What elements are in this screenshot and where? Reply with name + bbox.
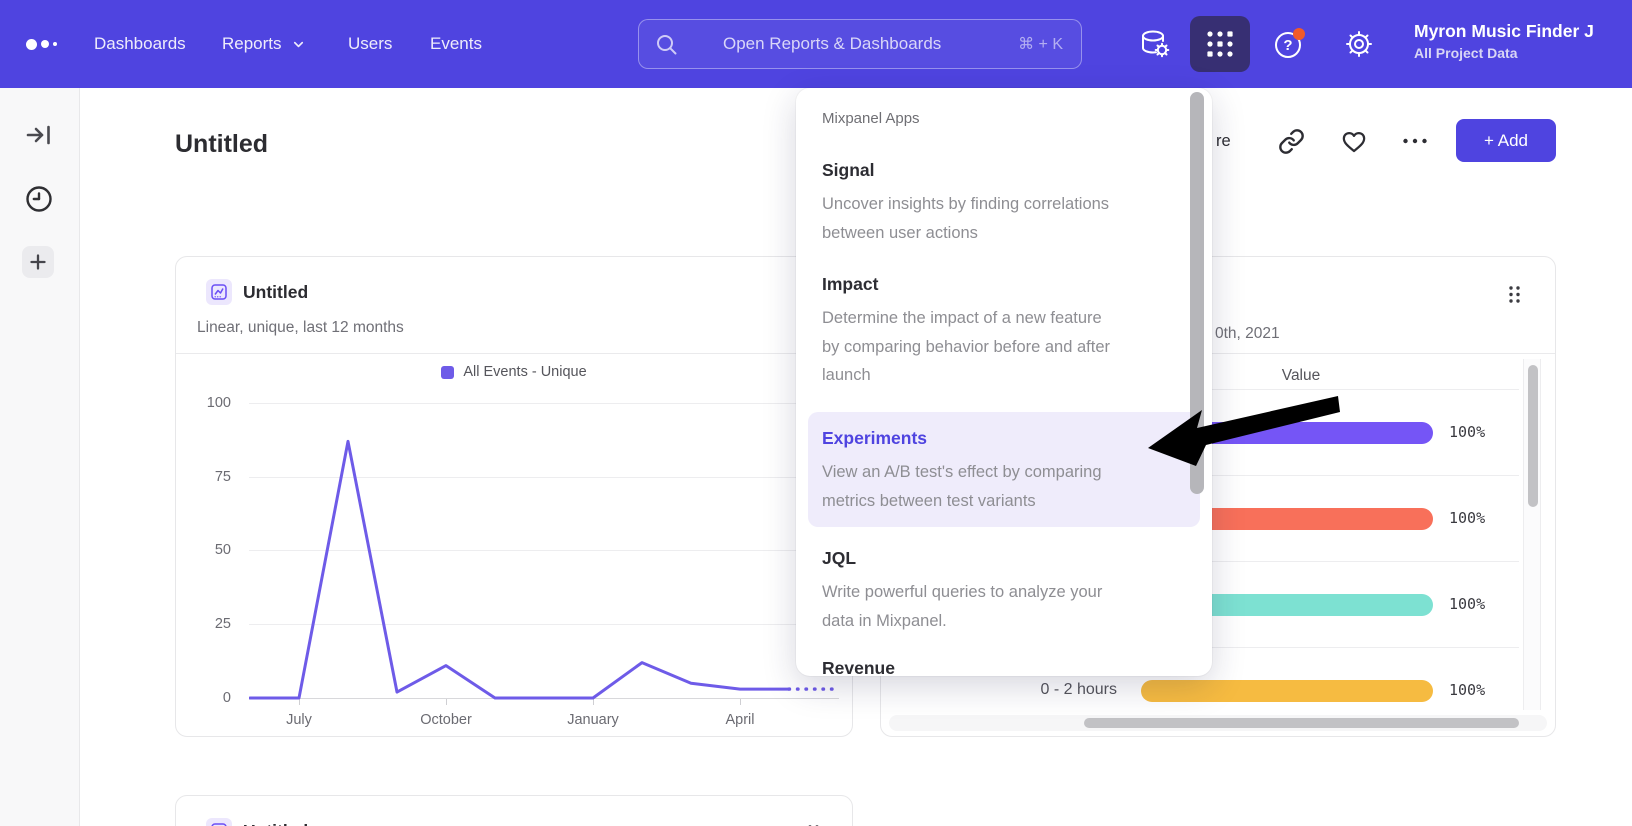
- value-percent: 100%: [1449, 681, 1485, 699]
- search-input[interactable]: [723, 20, 993, 68]
- y-tick-25: 25: [191, 614, 231, 634]
- history-clock-icon[interactable]: [24, 184, 54, 214]
- settings-gear-icon[interactable]: [1342, 27, 1376, 61]
- mixpanel-app: Dashboards Reports Users Events ⌘ + K: [0, 0, 1632, 826]
- top-nav: Dashboards Reports Users Events ⌘ + K: [0, 0, 1632, 88]
- x-tick-july: July: [249, 712, 349, 728]
- line-chart-card-icon: [206, 818, 232, 826]
- x-tick-october: October: [396, 712, 496, 728]
- apps-grid-icon: [1205, 29, 1235, 59]
- logo-dot-large: [26, 39, 37, 50]
- line-chart-card-icon: [206, 279, 232, 305]
- dropdown-item-jql[interactable]: JQL Write powerful queries to analyze yo…: [822, 548, 1194, 635]
- dropdown-item-revenue[interactable]: Revenue: [822, 658, 1194, 676]
- item-title: Revenue: [822, 658, 1194, 676]
- search-icon: [654, 32, 680, 58]
- nav-item-events[interactable]: Events: [430, 0, 482, 88]
- item-description: View an A/B test's effect by comparing m…: [822, 458, 1180, 515]
- search-shortcut: ⌘ + K: [1018, 20, 1063, 68]
- item-description: Write powerful queries to analyze your d…: [822, 578, 1194, 635]
- chart-subtitle: Linear, unique, last 12 months: [197, 319, 404, 337]
- y-tick-0: 0: [191, 688, 231, 708]
- mixpanel-apps-dropdown: Mixpanel Apps Signal Uncover insights by…: [796, 88, 1212, 676]
- nav-item-dashboards-label: Dashboards: [94, 34, 186, 54]
- vertical-scrollbar-thumb[interactable]: [1528, 365, 1538, 507]
- add-button[interactable]: + Add: [1456, 119, 1556, 162]
- second-chart-card: Untitled: [175, 795, 853, 826]
- favorite-heart-icon[interactable]: [1340, 128, 1368, 155]
- line-chart-series: [249, 400, 839, 700]
- date-range-partial: 0th, 2021: [1215, 325, 1280, 343]
- nav-item-users-label: Users: [348, 34, 392, 54]
- x-tick-january: January: [543, 712, 643, 728]
- drag-handle-icon[interactable]: [1508, 285, 1521, 304]
- value-bar: [1141, 680, 1433, 702]
- row-label: 0 - 2 hours: [889, 681, 1117, 699]
- add-plus-icon[interactable]: [22, 246, 54, 278]
- legend-label: All Events - Unique: [463, 364, 586, 380]
- item-title: JQL: [822, 548, 1194, 569]
- horizontal-scrollbar-track[interactable]: [889, 715, 1547, 731]
- nav-item-events-label: Events: [430, 34, 482, 54]
- link-icon[interactable]: [1278, 128, 1305, 155]
- notification-dot: [1293, 28, 1305, 40]
- item-title: Impact: [822, 274, 1194, 295]
- x-tick-april: April: [690, 712, 790, 728]
- chevron-down-icon: [291, 37, 306, 52]
- value-percent: 100%: [1449, 509, 1485, 527]
- nav-item-reports[interactable]: Reports: [222, 0, 306, 88]
- project-name: All Project Data: [1414, 43, 1632, 63]
- value-column-header[interactable]: Value: [1201, 367, 1401, 385]
- chart-legend[interactable]: All Events - Unique: [176, 364, 852, 380]
- global-search[interactable]: ⌘ + K: [638, 19, 1082, 69]
- chart-title[interactable]: Untitled: [243, 821, 308, 826]
- dropdown-scrollbar-thumb[interactable]: [1190, 92, 1204, 494]
- nav-item-reports-label: Reports: [222, 34, 282, 54]
- logo-dot-medium: [41, 40, 49, 48]
- line-chart-card: Untitled Linear, unique, last 12 months …: [175, 256, 853, 737]
- user-project-menu[interactable]: Myron Music Finder J All Project Data: [1414, 19, 1632, 63]
- user-name: Myron Music Finder J: [1414, 19, 1632, 43]
- dropdown-item-signal[interactable]: Signal Uncover insights by finding corre…: [822, 160, 1194, 247]
- share-button-label-partial[interactable]: re: [1216, 132, 1231, 151]
- item-description: Uncover insights by finding correlations…: [822, 190, 1194, 247]
- item-title: Experiments: [822, 428, 1180, 449]
- vertical-scrollbar-track[interactable]: [1523, 359, 1541, 710]
- item-title: Signal: [822, 160, 1194, 181]
- logo-dot-small: [53, 42, 57, 46]
- chart-title[interactable]: Untitled: [243, 282, 308, 303]
- page-title[interactable]: Untitled: [175, 130, 268, 159]
- legend-swatch: [441, 366, 454, 379]
- nav-item-dashboards[interactable]: Dashboards: [94, 0, 186, 88]
- item-description: Determine the impact of a new feature by…: [822, 304, 1194, 390]
- mixpanel-logo[interactable]: [26, 0, 57, 88]
- help-icon[interactable]: ?: [1272, 27, 1306, 61]
- expand-panel-icon[interactable]: [24, 120, 54, 150]
- y-tick-75: 75: [191, 467, 231, 487]
- dropdown-item-experiments[interactable]: Experiments View an A/B test's effect by…: [808, 412, 1200, 527]
- nav-item-users[interactable]: Users: [348, 0, 392, 88]
- value-percent: 100%: [1449, 595, 1485, 613]
- dropdown-item-impact[interactable]: Impact Determine the impact of a new fea…: [822, 274, 1194, 390]
- dropdown-header: Mixpanel Apps: [822, 110, 920, 127]
- database-gear-icon[interactable]: [1138, 27, 1172, 61]
- value-percent: 100%: [1449, 423, 1485, 441]
- horizontal-scrollbar-thumb[interactable]: [1084, 718, 1519, 728]
- apps-grid-button[interactable]: [1190, 16, 1250, 72]
- more-options-ellipsis-icon[interactable]: [1402, 137, 1428, 145]
- svg-text:?: ?: [1283, 37, 1292, 54]
- y-tick-100: 100: [191, 393, 231, 413]
- y-tick-50: 50: [191, 540, 231, 560]
- card-divider: [176, 353, 852, 354]
